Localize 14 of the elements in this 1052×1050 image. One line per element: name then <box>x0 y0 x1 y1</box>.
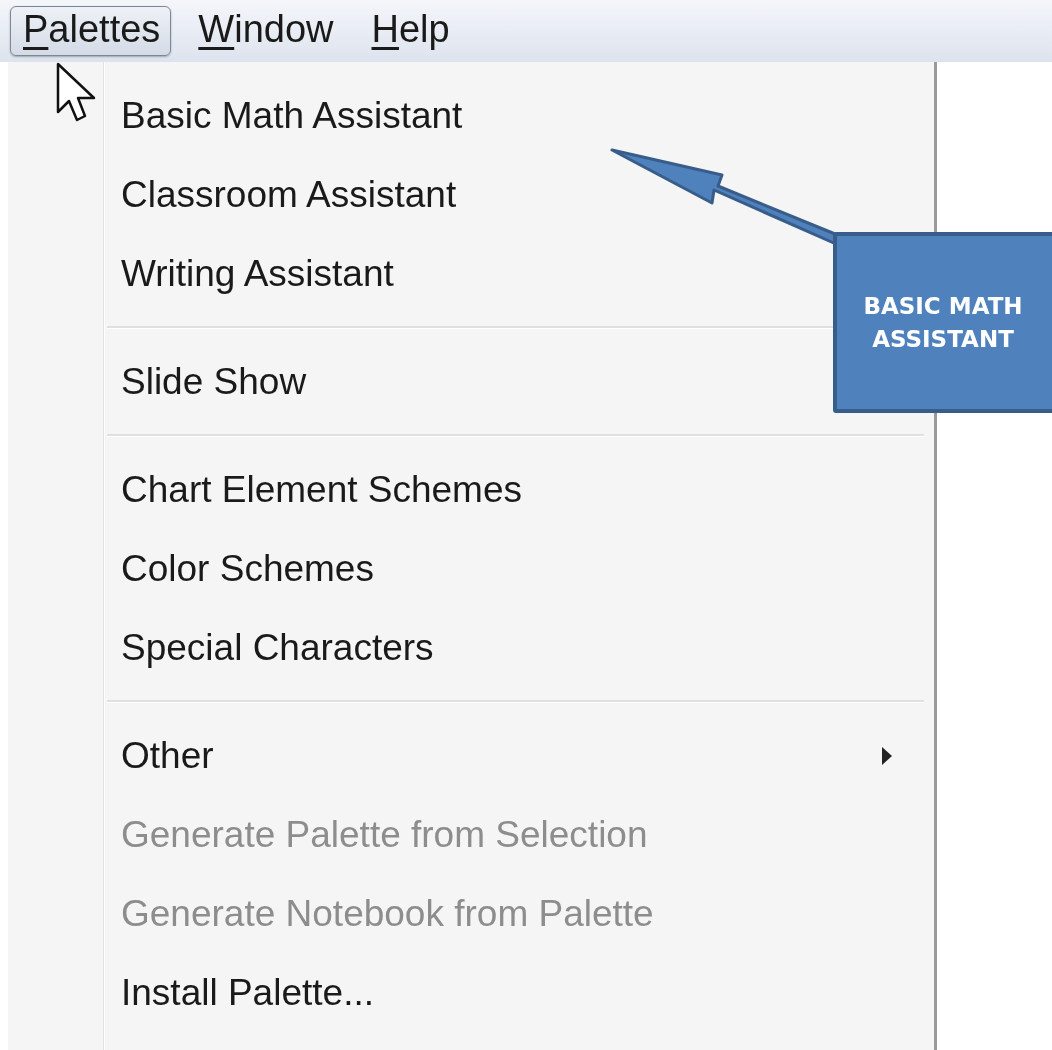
menu-item[interactable]: Basic Math Assistant <box>104 76 473 155</box>
menu-item[interactable]: Color Schemes <box>104 529 384 608</box>
menu-item[interactable]: Other <box>104 716 924 795</box>
submenu-arrow-icon <box>880 745 894 766</box>
callout-label: BASIC MATH ASSISTANT <box>833 232 1052 413</box>
menu-item[interactable]: Special Characters <box>104 608 444 687</box>
menu-bar-item[interactable]: Palettes <box>10 6 172 56</box>
menu-bar-item[interactable]: Help <box>358 6 461 56</box>
menu-item[interactable]: Writing Assistant <box>104 234 404 313</box>
menu-item[interactable]: Install Palette... <box>104 953 384 1032</box>
menu-item[interactable]: Classroom Assistant <box>104 155 467 234</box>
menu-item[interactable]: Slide Show <box>104 342 317 421</box>
menu-bar-item[interactable]: Window <box>185 6 345 56</box>
menu-item[interactable]: Chart Element Schemes <box>104 450 532 529</box>
